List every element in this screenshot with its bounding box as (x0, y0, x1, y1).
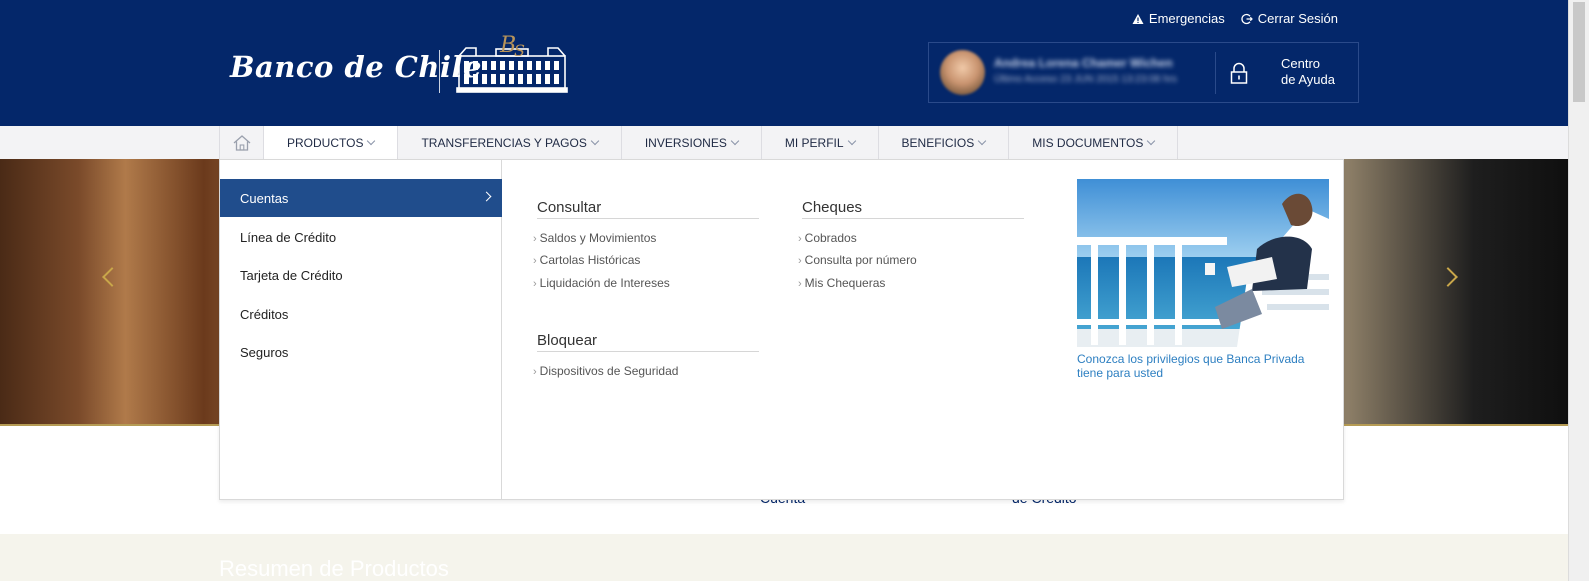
productos-mega-menu: Cuentas Línea de Crédito Tarjeta de Créd… (219, 159, 1344, 500)
header-bar: Banco de Chile B S Emergencias Cerrar Se… (0, 0, 1568, 126)
home-icon (233, 134, 250, 151)
link-cartolas-label: Cartolas Históricas (539, 253, 641, 267)
link-dispositivos-label: Dispositivos de Seguridad (539, 364, 679, 378)
lock-icon[interactable] (1229, 62, 1249, 84)
mega-menu-categories: Cuentas Línea de Crédito Tarjeta de Créd… (220, 160, 502, 499)
nav-productos-label: PRODUCTOS (287, 135, 364, 150)
chevron-down-icon (847, 136, 856, 146)
nav-inversiones-label: INVERSIONES (644, 135, 727, 150)
top-links: Emergencias Cerrar Sesión (1132, 11, 1338, 26)
menu-item-seguros-label: Seguros (240, 344, 289, 360)
link-consulta-label: Consulta por número (804, 253, 917, 267)
promo-image[interactable] (1077, 179, 1329, 347)
nav-transferencias-y-pagos[interactable]: TRANSFERENCIAS Y PAGOS (398, 126, 622, 159)
nav-items: PRODUCTOS TRANSFERENCIAS Y PAGOS INVERSI… (219, 126, 1179, 159)
nav-mis-documentos[interactable]: MIS DOCUMENTOS (1009, 126, 1179, 159)
avatar[interactable] (940, 50, 985, 95)
link-cartolas-historicas[interactable]: › Cartolas Históricas (533, 253, 640, 267)
chevron-right-icon: › (798, 278, 802, 290)
summary-title: Resumen de Productos (219, 556, 449, 581)
link-cobrados-label: Cobrados (804, 231, 857, 245)
user-box: Andrea Lorena Chamer Wichen Último Acces… (928, 42, 1359, 103)
logo-divider (439, 50, 440, 93)
menu-item-linea-label: Línea de Crédito (240, 229, 337, 245)
nav-beneficios[interactable]: BENEFICIOS (879, 126, 1010, 159)
link-cobrados[interactable]: › Cobrados (798, 231, 857, 245)
nav-mis-documentos-label: MIS DOCUMENTOS (1032, 135, 1144, 150)
logout-icon (1241, 13, 1253, 24)
emergencias-label: Emergencias (1148, 11, 1225, 26)
chevron-right-icon: › (533, 366, 537, 378)
cerrar-sesion-label: Cerrar Sesión (1257, 11, 1338, 26)
section-title-cheques: Cheques (802, 199, 1024, 219)
chevron-right-icon: › (533, 278, 537, 290)
chevron-right-icon: › (533, 255, 537, 267)
link-liquidacion-de-intereses[interactable]: › Liquidación de Intereses (533, 276, 670, 290)
chevron-down-icon (730, 136, 740, 146)
centro-de-ayuda-link[interactable]: Centro de Ayuda (1281, 56, 1335, 88)
chevron-down-icon (367, 136, 376, 146)
chevron-down-icon (977, 136, 987, 146)
chevron-right-icon: › (533, 233, 537, 245)
link-mis-chequeras[interactable]: › Mis Chequeras (798, 276, 885, 290)
warning-icon (1132, 13, 1144, 24)
nav-mi-perfil-label: MI PERFIL (784, 135, 844, 150)
last-access: Último Acceso 23 JUN 2015 13:23:08 hrs (994, 74, 1177, 85)
section-title-bloquear: Bloquear (537, 332, 759, 352)
user-box-divider (1215, 52, 1216, 94)
link-saldos-label: Saldos y Movimientos (539, 231, 657, 245)
menu-item-seguros[interactable]: Seguros (220, 333, 502, 371)
menu-item-creditos[interactable]: Créditos (220, 295, 502, 333)
home-button[interactable] (219, 126, 264, 159)
cerrar-sesion-link[interactable]: Cerrar Sesión (1241, 11, 1338, 26)
bank-logo[interactable]: Banco de Chile (230, 50, 482, 84)
nav-mi-perfil[interactable]: MI PERFIL (762, 126, 879, 159)
menu-item-tarjeta-label: Tarjeta de Crédito (240, 267, 343, 283)
chevron-right-icon: › (798, 233, 802, 245)
link-dispositivos-de-seguridad[interactable]: › Dispositivos de Seguridad (533, 364, 678, 378)
user-name: Andrea Lorena Chamer Wichen (994, 56, 1173, 70)
nav-transferencias-label: TRANSFERENCIAS Y PAGOS (421, 135, 587, 150)
link-saldos-y-movimientos[interactable]: › Saldos y Movimientos (533, 231, 656, 245)
chevron-down-icon (590, 136, 600, 146)
menu-item-tarjeta-de-credito[interactable]: Tarjeta de Crédito (220, 256, 502, 294)
svg-text:S: S (514, 41, 525, 60)
nav-inversiones[interactable]: INVERSIONES (622, 126, 762, 159)
chevron-down-icon (1147, 136, 1156, 146)
menu-item-cuentas[interactable]: Cuentas (220, 179, 502, 217)
chevron-right-icon (481, 191, 492, 202)
link-liquidacion-label: Liquidación de Intereses (539, 276, 670, 290)
link-consulta-por-numero[interactable]: › Consulta por número (798, 253, 917, 267)
nav-beneficios-label: BENEFICIOS (901, 135, 975, 150)
page: Banco de Chile B S Emergencias Cerrar Se… (0, 0, 1589, 581)
menu-item-creditos-label: Créditos (240, 306, 289, 322)
main-nav: PRODUCTOS TRANSFERENCIAS Y PAGOS INVERSI… (0, 126, 1568, 159)
menu-item-cuentas-label: Cuentas (240, 190, 289, 206)
link-chequeras-label: Mis Chequeras (804, 276, 886, 290)
scrollbar[interactable] (1568, 0, 1589, 581)
menu-item-linea-de-credito[interactable]: Línea de Crédito (220, 218, 502, 256)
promo-caption-link[interactable]: Conozca los privilegios que Banca Privad… (1077, 352, 1329, 380)
banca-privada-building-logo: B S (456, 33, 568, 93)
nav-productos[interactable]: PRODUCTOS (264, 126, 399, 159)
emergencias-link[interactable]: Emergencias (1132, 11, 1225, 26)
chevron-right-icon: › (798, 255, 802, 267)
scrollbar-thumb[interactable] (1573, 2, 1585, 102)
section-title-consultar: Consultar (537, 199, 759, 219)
